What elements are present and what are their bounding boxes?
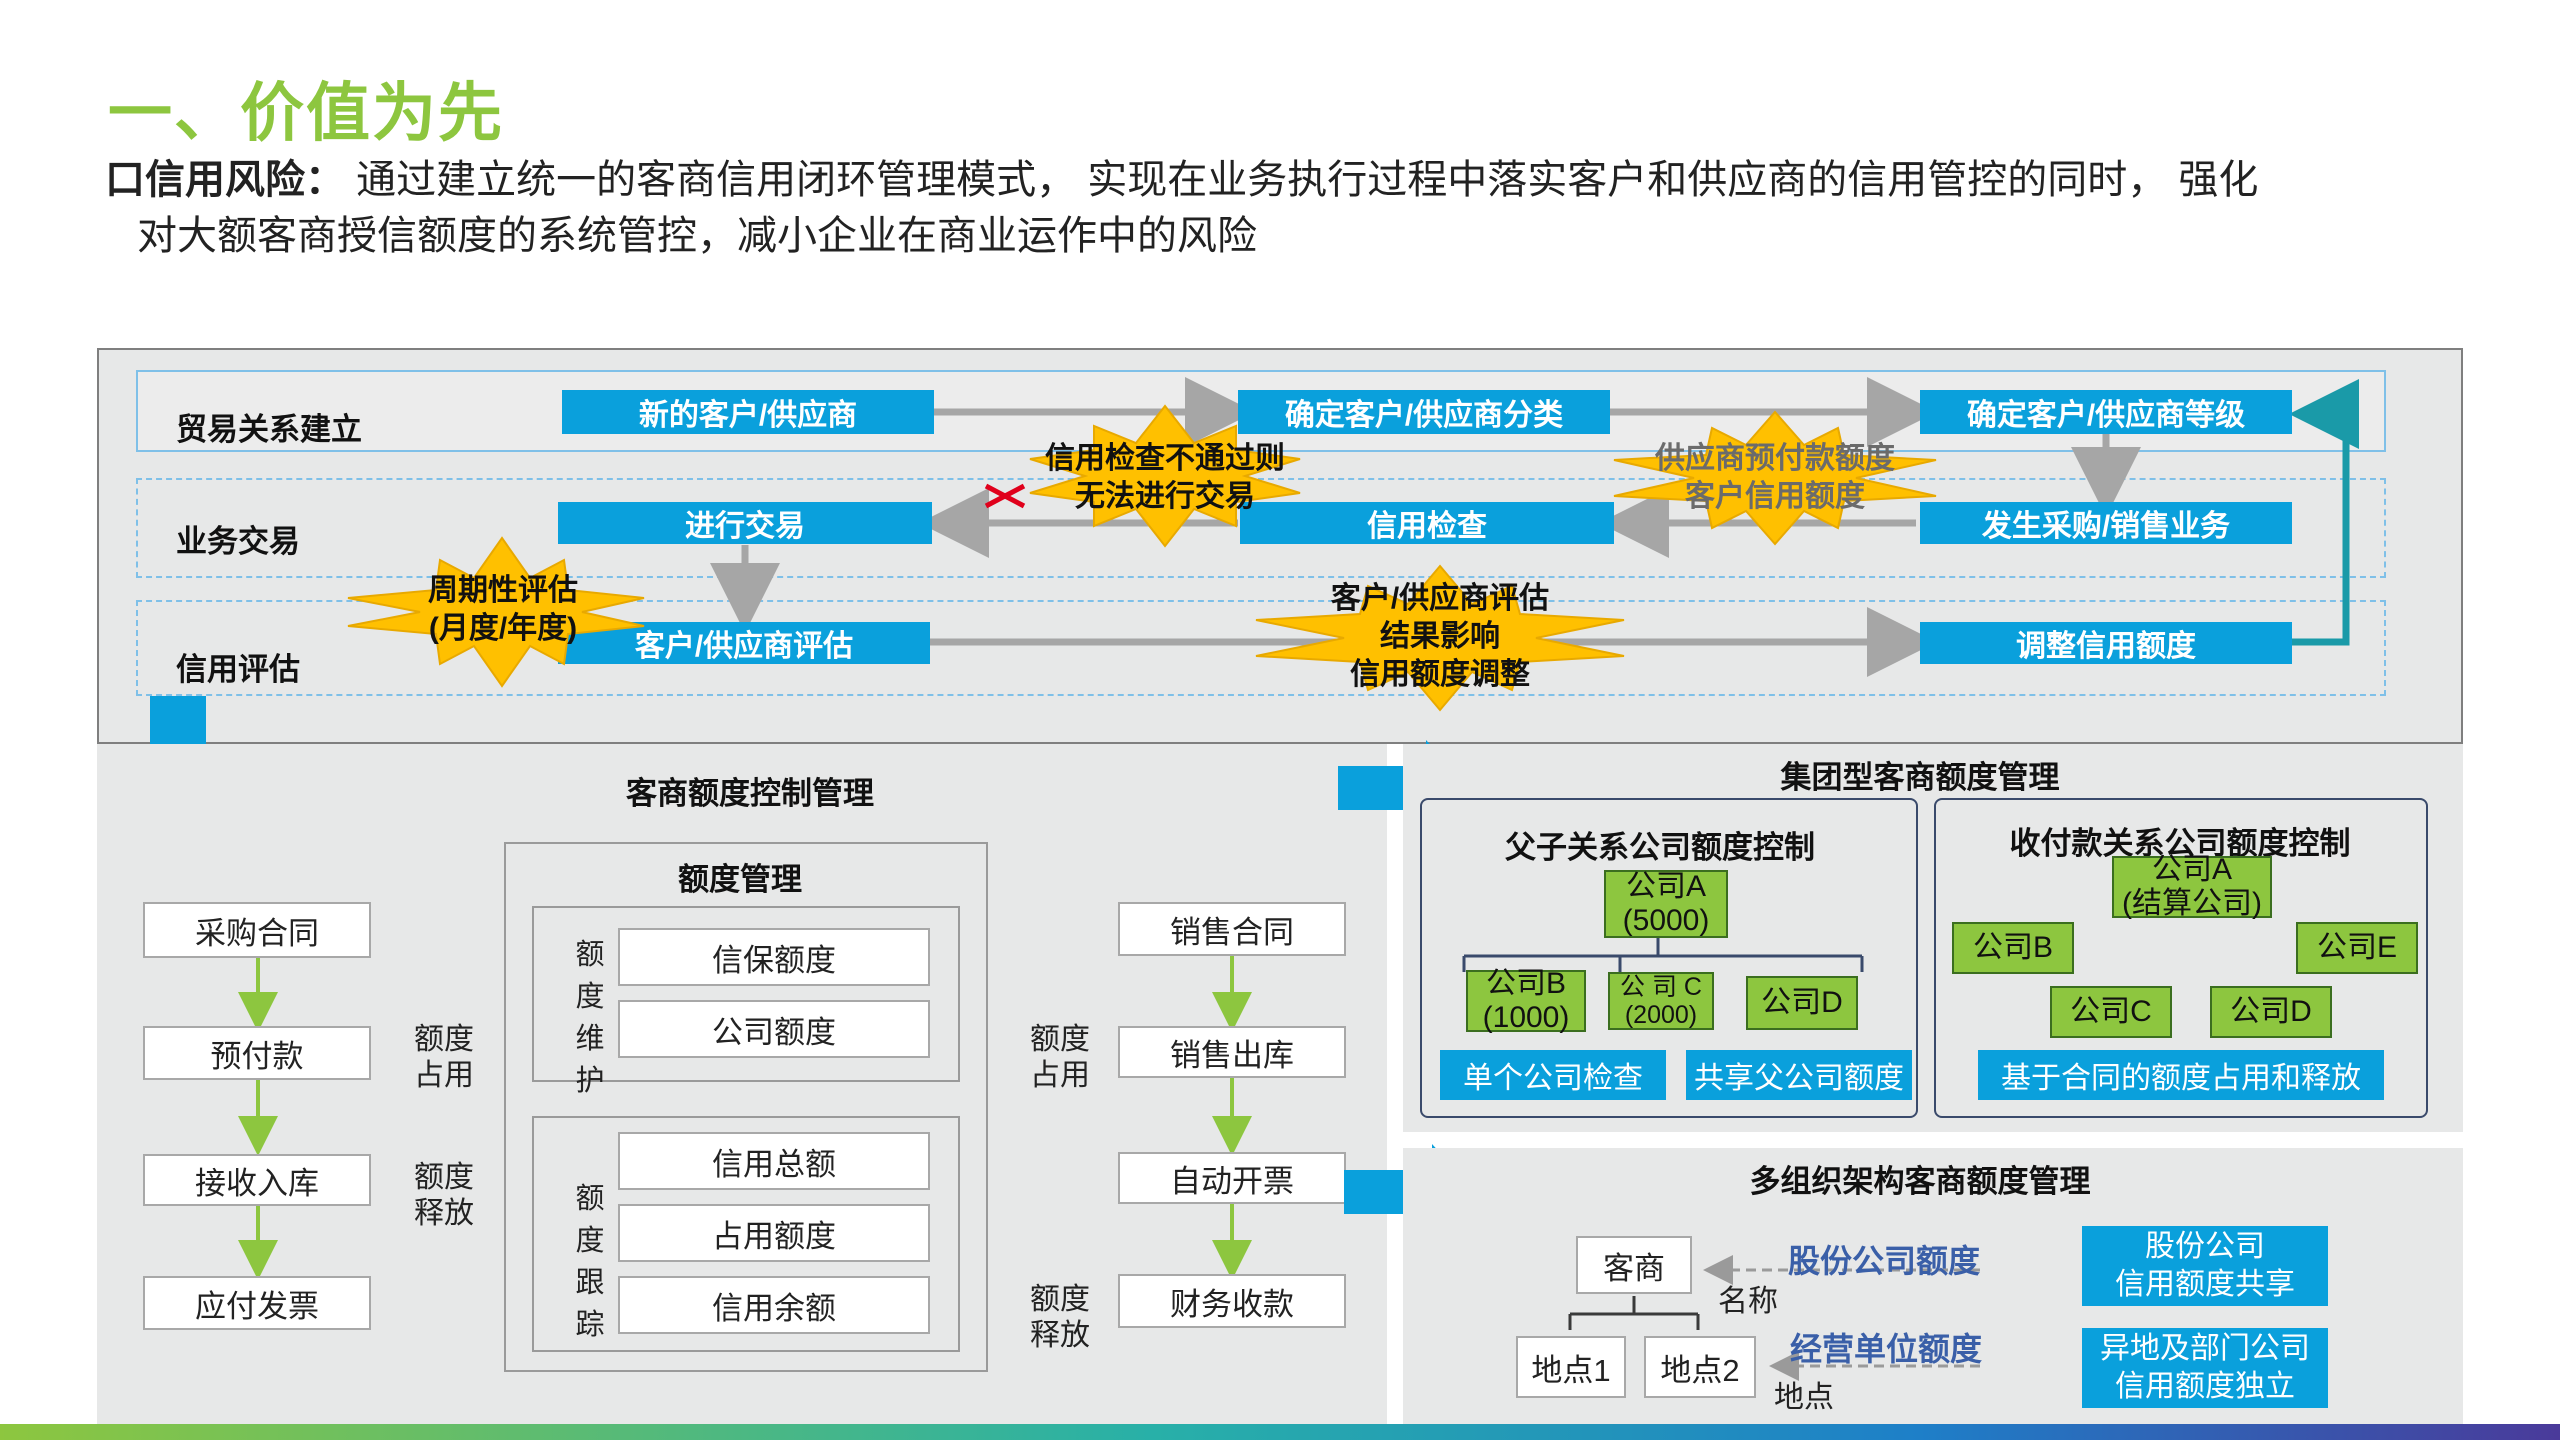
- star-fail-line1: 信用检查不通过则: [1045, 442, 1285, 475]
- single-company-check: 单个公司检查: [1440, 1050, 1666, 1100]
- auto-invoice: 自动开票: [1118, 1152, 1346, 1204]
- purchase-occupy-line1: 额度: [414, 1023, 474, 1056]
- maintain-char-3: 维: [575, 1023, 605, 1055]
- maintain-char-1: 额: [575, 939, 605, 971]
- remote-dept-credit-line2: 信用额度独立: [2115, 1370, 2295, 1403]
- company-a-parent: 公司A (5000): [1604, 870, 1728, 938]
- sales-occupy-label: 额度 占用: [1020, 1022, 1090, 1094]
- company-a-settlement-role: (结算公司): [2122, 887, 2262, 920]
- star-result-text: 客户/供应商评估 结果影响 信用额度调整: [1290, 580, 1590, 694]
- company-c-parent: 公 司 C (2000): [1608, 972, 1714, 1030]
- site-2-box: 地点2: [1644, 1336, 1756, 1398]
- track-char-2: 度: [575, 1225, 605, 1257]
- multi-org-title: 多组织架构客商额度管理: [1749, 1164, 2091, 1199]
- site-label: 地点: [1774, 1381, 1834, 1414]
- prepayment: 预付款: [143, 1026, 371, 1080]
- company-d-parent: 公司D: [1746, 976, 1858, 1030]
- star-result-line2: 结果影响: [1380, 620, 1500, 653]
- share-company-credit-line1: 股份公司: [2145, 1230, 2265, 1263]
- credit-total: 信用总额: [618, 1132, 930, 1190]
- sales-release-line2: 释放: [1030, 1319, 1090, 1352]
- company-b-name: 公司B: [1485, 967, 1566, 1000]
- goods-receipt: 接收入库: [143, 1154, 371, 1206]
- track-char-3: 跟: [575, 1267, 605, 1299]
- quota-maintain-label: 额 度 维 护: [570, 934, 610, 1102]
- sales-release-label: 额度 释放: [1020, 1282, 1090, 1354]
- business-unit-quota-label: 经营单位额度: [1790, 1331, 1983, 1367]
- company-a-parent-name: 公司A: [1625, 870, 1706, 903]
- star-limit-line1: 供应商预付款额度: [1655, 442, 1895, 475]
- star-fail-line2: 无法进行交易: [1075, 480, 1255, 513]
- purchase-release-line1: 额度: [414, 1161, 474, 1194]
- quota-management-title: 额度管理: [678, 862, 802, 897]
- maintain-char-2: 度: [575, 981, 605, 1013]
- star-period-text: 周期性评估 (月度/年度): [372, 572, 634, 648]
- share-company-credit-line2: 信用额度共享: [2115, 1268, 2295, 1301]
- credit-balance: 信用余额: [618, 1276, 930, 1334]
- company-b: 公司B (1000): [1466, 967, 1586, 1034]
- company-b-quota: (1000): [1482, 1001, 1570, 1034]
- track-char-4: 踪: [575, 1309, 605, 1341]
- star-period-line2: (月度/年度): [428, 612, 578, 645]
- occupied-quota: 占用额度: [618, 1204, 930, 1262]
- star-period-line1: 周期性评估: [428, 574, 578, 607]
- company-c-parent-name: 公 司 C: [1620, 973, 1702, 1001]
- name-label: 名称: [1718, 1285, 1778, 1318]
- sales-occupy-line2: 占用: [1030, 1059, 1090, 1092]
- company-c-parent-quota: (2000): [1624, 1001, 1698, 1029]
- sales-release-line1: 额度: [1030, 1283, 1090, 1316]
- remote-dept-credit-line1: 异地及部门公司: [2100, 1332, 2310, 1365]
- sales-occupy-line1: 额度: [1030, 1023, 1090, 1056]
- remote-dept-credit-box: 异地及部门公司 信用额度独立: [2082, 1328, 2328, 1408]
- star-limit-line2: 客户信用额度: [1685, 480, 1865, 513]
- maintain-char-4: 护: [575, 1065, 605, 1097]
- company-e: 公司E: [2296, 922, 2418, 974]
- company-a-settlement-name: 公司A: [2151, 853, 2232, 886]
- star-limit-text: 供应商预付款额度 客户信用额度: [1620, 440, 1930, 516]
- sales-delivery: 销售出库: [1118, 1026, 1346, 1078]
- company-d-payment: 公司D: [2210, 986, 2332, 1038]
- company-c-payment: 公司C: [2050, 986, 2172, 1038]
- company-quota: 公司额度: [618, 1000, 930, 1058]
- purchase-contract: 采购合同: [143, 902, 371, 958]
- share-parent-quota: 共享父公司额度: [1686, 1050, 1912, 1100]
- star-result-line3: 信用额度调整: [1350, 658, 1530, 691]
- star-result-line1: 客户/供应商评估: [1330, 582, 1550, 615]
- purchase-release-label: 额度 释放: [404, 1160, 474, 1232]
- quota-track-label: 额 度 跟 踪: [570, 1178, 610, 1346]
- partner-box: 客商: [1576, 1236, 1692, 1294]
- company-a-settlement: 公司A (结算公司): [2112, 853, 2272, 920]
- share-company-quota-label: 股份公司额度: [1788, 1243, 1981, 1279]
- contract-based-quota: 基于合同的额度占用和释放: [1978, 1050, 2384, 1100]
- purchase-occupy-line2: 占用: [414, 1059, 474, 1092]
- receipt-collection: 财务收款: [1118, 1274, 1346, 1328]
- group-quota-title: 集团型客商额度管理: [1780, 760, 2060, 795]
- bottom-gradient-bar: [0, 1424, 2560, 1440]
- star-fail-text: 信用检查不通过则 无法进行交易: [1010, 440, 1320, 516]
- company-a-parent-quota: (5000): [1622, 904, 1710, 937]
- payable-invoice: 应付发票: [143, 1276, 371, 1330]
- credit-insurance-quota: 信保额度: [618, 928, 930, 986]
- site-1-box: 地点1: [1516, 1336, 1626, 1398]
- purchase-release-line2: 释放: [414, 1197, 474, 1230]
- company-b-payment: 公司B: [1952, 922, 2074, 974]
- share-company-credit-box: 股份公司 信用额度共享: [2082, 1226, 2328, 1306]
- purchase-occupy-label: 额度 占用: [404, 1022, 474, 1094]
- sales-contract: 销售合同: [1118, 902, 1346, 956]
- track-char-1: 额: [575, 1183, 605, 1215]
